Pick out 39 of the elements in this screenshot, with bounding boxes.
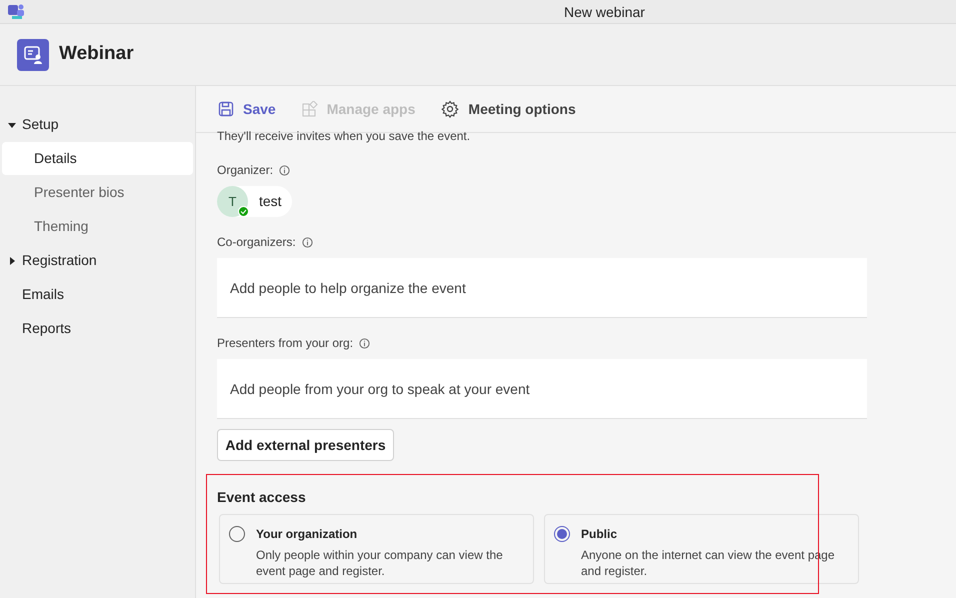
info-text: They'll receive invites when you save the event. (217, 130, 472, 142)
add-presenters-button[interactable]: Add external presenters (217, 429, 394, 461)
webinar-icon (17, 38, 49, 70)
radio-button[interactable] (229, 526, 245, 542)
save-button[interactable]: Save (218, 98, 276, 120)
info-icon (302, 236, 313, 248)
field-label: Organizer: (217, 162, 274, 179)
avatar: T (217, 186, 248, 217)
caret-icon (8, 120, 16, 128)
access-option-card[interactable]: Your organization Only people within your company can view the event page and register. (219, 514, 534, 584)
nav-item[interactable]: Emails (2, 278, 193, 311)
page-title: Webinar (59, 42, 134, 66)
app-logo-icon (8, 4, 25, 20)
field-label: Co-organizers: (217, 234, 296, 251)
apps-icon (302, 101, 318, 117)
window-title: New webinar (564, 3, 645, 22)
people-picker-field[interactable]: Add people from your org to speak at your event (217, 359, 867, 419)
people-picker-field[interactable]: Add people to help organize the event (217, 258, 867, 318)
option-label: Your organization (256, 526, 358, 543)
section-title: Event access (217, 488, 307, 507)
field-label: Presenters from your org: (217, 335, 354, 352)
nav-item[interactable]: Presenter bios (2, 176, 193, 209)
organizer-name: test (259, 192, 282, 211)
nav-item[interactable]: Theming (2, 210, 193, 243)
radio-button[interactable] (554, 526, 570, 542)
option-description: Only people within your company can view the event page and register. (256, 547, 504, 579)
save-icon (218, 101, 234, 117)
nav-item[interactable]: Registration (2, 244, 193, 277)
option-label: Public (581, 526, 618, 543)
nav-item[interactable]: Details (2, 142, 193, 175)
meeting-options-button[interactable]: Meeting options (441, 98, 576, 120)
settings-icon (441, 100, 460, 118)
info-icon (279, 164, 290, 176)
status-check-icon (238, 206, 249, 217)
info-icon (359, 338, 370, 348)
caret-icon (8, 256, 16, 264)
nav-item[interactable]: Setup (2, 108, 193, 141)
organizer-chip[interactable]: T test (217, 186, 292, 217)
nav-item[interactable]: Reports (2, 312, 193, 345)
